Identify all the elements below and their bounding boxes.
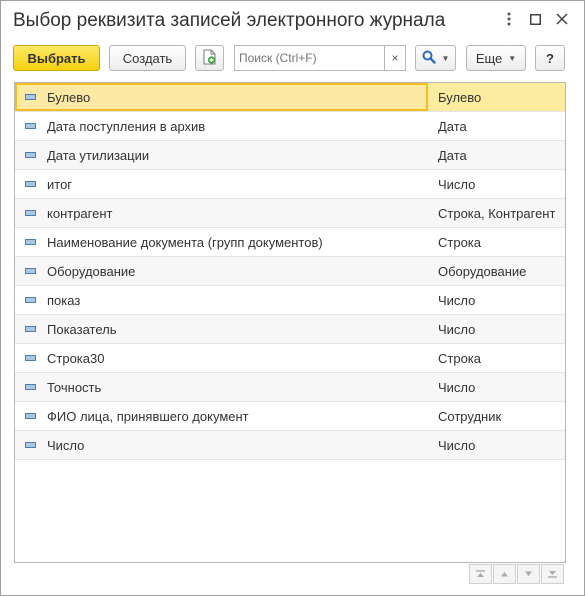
table-row[interactable]: Оборудование Оборудование: [15, 257, 565, 286]
attribute-type: Число: [438, 437, 476, 453]
attribute-icon: [25, 326, 36, 332]
attribute-type: Оборудование: [438, 263, 527, 279]
help-button[interactable]: ?: [535, 45, 565, 71]
attribute-type: Булево: [438, 89, 482, 105]
attribute-type: Строка: [438, 234, 482, 250]
attribute-icon: [25, 123, 36, 129]
scroll-up-icon[interactable]: [493, 564, 516, 584]
table-row[interactable]: Дата утилизации Дата: [15, 141, 565, 170]
attribute-icon: [25, 152, 36, 158]
attribute-icon: [25, 268, 36, 274]
table-row[interactable]: Наименование документа (групп документов…: [15, 228, 565, 257]
attribute-type: Число: [438, 379, 476, 395]
table-row[interactable]: Булево Булево: [15, 83, 565, 112]
attribute-icon: [25, 181, 36, 187]
create-button[interactable]: Создать: [109, 45, 186, 71]
window-menu-icon[interactable]: [501, 11, 517, 27]
attribute-icon: [25, 239, 36, 245]
attribute-name: Показатель: [47, 321, 117, 337]
dialog-window: Выбор реквизита записей электронного жур…: [0, 0, 585, 596]
attribute-name: контрагент: [47, 205, 113, 221]
magnifier-icon: [422, 50, 436, 67]
attribute-type: Число: [438, 292, 476, 308]
maximize-icon[interactable]: [527, 11, 543, 27]
attribute-type: Сотрудник: [438, 408, 502, 424]
search-options-button[interactable]: ▼: [415, 45, 456, 71]
attribute-icon: [25, 355, 36, 361]
copy-document-icon: [203, 49, 217, 68]
table-row[interactable]: Дата поступления в архив Дата: [15, 112, 565, 141]
close-icon[interactable]: [554, 11, 570, 27]
attribute-name: ФИО лица, принявшего документ: [47, 408, 249, 424]
attribute-name: Строка30: [47, 350, 105, 366]
table-row[interactable]: Строка30 Строка: [15, 344, 565, 373]
chevron-down-icon: ▼: [441, 53, 450, 63]
table-row[interactable]: Точность Число: [15, 373, 565, 402]
scroll-to-last-icon[interactable]: [541, 564, 564, 584]
attribute-name: Наименование документа (групп документов…: [47, 234, 323, 250]
attribute-icon: [25, 210, 36, 216]
attribute-name: Дата утилизации: [47, 147, 150, 163]
attribute-type: Дата: [438, 118, 467, 134]
attribute-icon: [25, 442, 36, 448]
attribute-name: показ: [47, 292, 81, 308]
attribute-name: итог: [47, 176, 73, 192]
select-button[interactable]: Выбрать: [13, 45, 100, 71]
attribute-name: Оборудование: [47, 263, 136, 279]
attribute-type: Дата: [438, 147, 467, 163]
attribute-type: Строка: [438, 350, 482, 366]
attribute-name: Точность: [47, 379, 102, 395]
attribute-icon: [25, 297, 36, 303]
scroll-down-icon[interactable]: [517, 564, 540, 584]
search-input[interactable]: [234, 45, 384, 71]
table-row[interactable]: показ Число: [15, 286, 565, 315]
more-button-label: Еще: [475, 50, 503, 66]
attribute-icon: [25, 413, 36, 419]
table-row[interactable]: Число Число: [15, 431, 565, 460]
attribute-type: Строка, Контрагент: [438, 205, 556, 221]
attribute-name: Булево: [47, 89, 91, 105]
attribute-name: Дата поступления в архив: [47, 118, 206, 134]
more-button[interactable]: Еще ▼: [466, 45, 526, 71]
table-row[interactable]: ФИО лица, принявшего документ Сотрудник: [15, 402, 565, 431]
scroll-to-first-icon[interactable]: [469, 564, 492, 584]
attribute-type: Число: [438, 321, 476, 337]
attributes-table[interactable]: Булево Булево Дата поступления в архив Д…: [14, 82, 566, 563]
attribute-icon: [25, 94, 36, 100]
table-row[interactable]: Показатель Число: [15, 315, 565, 344]
copy-button[interactable]: [195, 45, 224, 71]
table-row[interactable]: итог Число: [15, 170, 565, 199]
search-clear-button[interactable]: ×: [384, 45, 406, 71]
attribute-name: Число: [47, 437, 85, 453]
table-row[interactable]: контрагент Строка, Контрагент: [15, 199, 565, 228]
attribute-icon: [25, 384, 36, 390]
window-title: Выбор реквизита записей электронного жур…: [13, 10, 446, 31]
chevron-down-icon: ▼: [508, 53, 517, 63]
attribute-type: Число: [438, 176, 476, 192]
